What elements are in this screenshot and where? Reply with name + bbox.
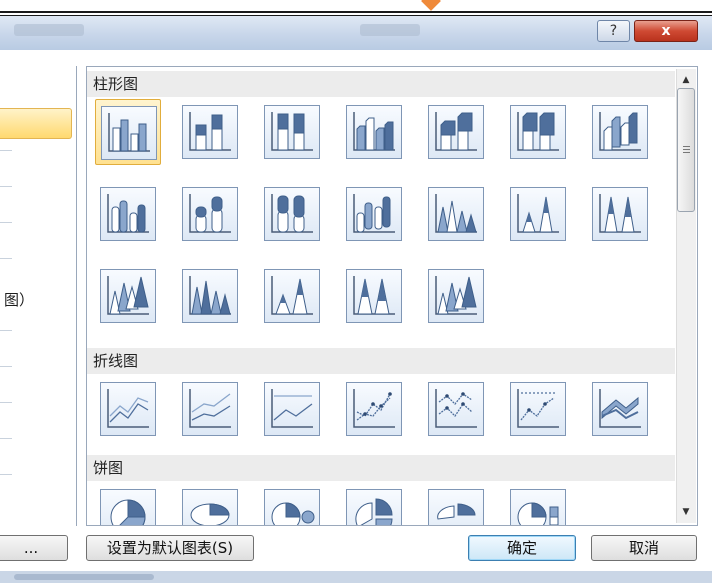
pie-of-pie-icon[interactable]	[259, 483, 325, 525]
category-header-pie: 饼图	[87, 455, 675, 481]
3d-line-icon[interactable]	[587, 376, 653, 442]
clustered-pyramid-icon[interactable]	[177, 263, 243, 329]
3d-pie-icon[interactable]	[177, 483, 243, 525]
scroll-thumb[interactable]	[677, 88, 695, 212]
stacked-100-cylinder-icon[interactable]	[259, 181, 325, 247]
scroll-down-arrow-icon[interactable]: ▼	[677, 507, 695, 517]
manage-templates-button[interactable]: ...	[0, 535, 68, 561]
clustered-cylinder-icon[interactable]	[95, 181, 161, 247]
3d-stacked-column-icon[interactable]	[423, 99, 489, 165]
category-list-partial-label[interactable]: 图）	[4, 289, 34, 310]
list-divider	[0, 258, 12, 259]
clustered-column-icon[interactable]	[95, 99, 161, 165]
stacked-100-pyramid-icon[interactable]	[341, 263, 407, 329]
list-divider	[0, 366, 12, 367]
stacked-100-column-icon[interactable]	[259, 99, 325, 165]
list-divider	[0, 402, 12, 403]
stacked-column-icon[interactable]	[177, 99, 243, 165]
list-divider	[0, 438, 12, 439]
help-icon: ?	[609, 23, 618, 39]
category-header-line: 折线图	[87, 348, 675, 374]
list-divider	[0, 474, 12, 475]
bar-of-pie-icon[interactable]	[505, 483, 571, 525]
exploded-pie-icon[interactable]	[341, 483, 407, 525]
set-default-chart-button[interactable]: 设置为默认图表(S)	[86, 535, 254, 561]
stacked-100-line-markers-icon[interactable]	[505, 376, 571, 442]
list-divider	[0, 330, 12, 331]
stacked-cone-icon[interactable]	[505, 181, 571, 247]
close-button[interactable]: x	[634, 20, 698, 42]
exploded-3d-pie-icon[interactable]	[423, 483, 489, 525]
blurred-status-text	[14, 574, 154, 580]
top-rule	[0, 11, 712, 13]
blurred-title-text	[360, 24, 420, 36]
stacked-cylinder-icon[interactable]	[177, 181, 243, 247]
list-divider	[0, 150, 12, 151]
3d-stacked-100-column-icon[interactable]	[505, 99, 571, 165]
stacked-100-line-icon[interactable]	[259, 376, 325, 442]
close-icon: x	[661, 23, 671, 39]
3d-pyramid-icon[interactable]	[423, 263, 489, 329]
line-with-markers-icon[interactable]	[341, 376, 407, 442]
clustered-cone-icon[interactable]	[423, 181, 489, 247]
list-divider	[0, 186, 12, 187]
stacked-pyramid-icon[interactable]	[259, 263, 325, 329]
3d-column-icon[interactable]	[587, 99, 653, 165]
stacked-line-markers-icon[interactable]	[423, 376, 489, 442]
help-button[interactable]: ?	[597, 20, 630, 42]
chart-gallery[interactable]: 柱形图 折线图 饼图	[86, 66, 698, 526]
pie-chart-icon[interactable]	[95, 483, 161, 525]
stacked-100-cone-icon[interactable]	[587, 181, 653, 247]
cancel-button[interactable]: 取消	[591, 535, 697, 561]
stacked-line-icon[interactable]	[177, 376, 243, 442]
scroll-up-arrow-icon[interactable]: ▲	[677, 75, 695, 85]
list-divider	[0, 222, 12, 223]
3d-clustered-column-icon[interactable]	[341, 99, 407, 165]
category-header-column: 柱形图	[87, 71, 675, 97]
3d-cone-icon[interactable]	[95, 263, 161, 329]
blurred-title-text	[14, 24, 84, 36]
category-list-selected-item[interactable]	[0, 108, 72, 139]
ok-button[interactable]: 确定	[468, 535, 576, 561]
line-chart-icon[interactable]	[95, 376, 161, 442]
3d-cylinder-icon[interactable]	[341, 181, 407, 247]
